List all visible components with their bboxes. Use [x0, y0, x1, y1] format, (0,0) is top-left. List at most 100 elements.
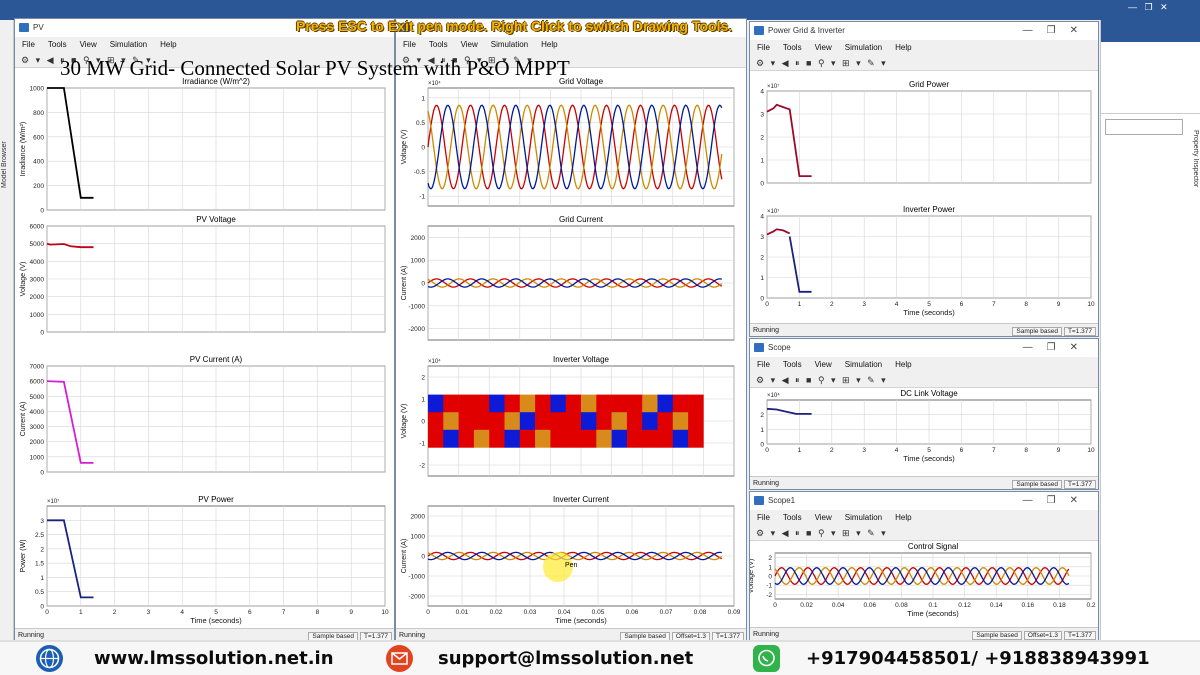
y-tick-label: 2000: [411, 235, 426, 242]
scope-window-controls[interactable]: —❐✕: [1023, 339, 1092, 357]
scope-window[interactable]: Scope —❐✕ File Tools View Simulation Help ⚙ ▾…: [749, 338, 1099, 490]
menu-view[interactable]: View: [80, 37, 97, 52]
scope1-status-offset: Offset=1.3: [1023, 631, 1062, 640]
menu-tools[interactable]: Tools: [429, 37, 448, 52]
x-tick-label: 3: [862, 301, 866, 308]
menu-help[interactable]: Help: [160, 37, 176, 52]
y-tick-label: 0: [421, 281, 425, 288]
model-browser-tab[interactable]: Model Browser: [1, 130, 13, 200]
pwm-block: [473, 429, 490, 448]
y-tick-label: 3: [40, 518, 44, 525]
menu-tools[interactable]: Tools: [783, 510, 802, 525]
x-tick-label: 0: [765, 447, 769, 454]
y-tick-label: 2: [760, 255, 764, 262]
pv-plot-area: Irradiance (W/m^2) 0 200 400 600 800 1000 Irrad…: [15, 68, 394, 628]
y-tick-label: -2: [419, 463, 425, 470]
menu-file[interactable]: File: [757, 40, 770, 55]
pwm-block: [535, 412, 551, 431]
pwm-block: [611, 394, 628, 413]
axis-exponent: ×10⁴: [428, 80, 441, 87]
x-tick-label: 0.2: [1086, 602, 1095, 609]
phone-numbers[interactable]: +917904458501/ +918838943991: [806, 648, 1150, 669]
menu-view[interactable]: View: [815, 40, 832, 55]
scope-icon: [19, 23, 29, 32]
pwm-block: [688, 394, 704, 413]
axis-exponent: ×10⁷: [47, 498, 59, 505]
power-window-controls[interactable]: —❐✕: [1023, 22, 1092, 40]
pv-scope-window[interactable]: PV File Tools View Simulation Help ⚙ ▾ ◀ ⏸ ■…: [14, 18, 395, 642]
scope-statusbar: Running Sample based T=1.377: [750, 476, 1098, 489]
y-tick-label: 0: [760, 442, 764, 449]
y-tick-label: 2: [760, 135, 764, 142]
pen-cursor-label: Pen: [565, 562, 578, 569]
scope-toolbar[interactable]: ⚙ ▾ ◀ ⏸ ■ ⚲ ▾ ⊞ ▾ ✎ ▾: [750, 372, 1098, 388]
x-tick-label: 0: [426, 609, 430, 616]
x-tick-label: 9: [349, 609, 353, 616]
power-toolbar[interactable]: ⚙ ▾ ◀ ⏸ ■ ⚲ ▾ ⊞ ▾ ✎ ▾: [750, 55, 1098, 71]
menu-file[interactable]: File: [757, 357, 770, 372]
scope-icon: [754, 26, 764, 35]
menu-file[interactable]: File: [403, 37, 416, 52]
pv-menubar: File Tools View Simulation Help: [15, 37, 394, 52]
x-tick-label: 7: [992, 447, 996, 454]
menu-simulation[interactable]: Simulation: [491, 37, 528, 52]
power-titlebar[interactable]: Power Grid & Inverter —❐✕: [750, 22, 1098, 40]
x-tick-label: 3: [862, 447, 866, 454]
y-axis-label: Voltage (V): [750, 559, 755, 594]
menu-file[interactable]: File: [22, 37, 35, 52]
x-tick-label: 0.04: [558, 609, 571, 616]
scope-titlebar[interactable]: Scope —❐✕: [750, 339, 1098, 357]
menu-simulation[interactable]: Simulation: [110, 37, 147, 52]
menu-help[interactable]: Help: [895, 510, 911, 525]
x-axis-label: Time (seconds): [907, 609, 959, 618]
menu-simulation[interactable]: Simulation: [845, 357, 882, 372]
scope1-status-time: T=1.377: [1063, 631, 1096, 640]
pwm-block: [443, 429, 459, 448]
email-link[interactable]: support@lmssolution.net: [438, 648, 693, 669]
scope-icon: [754, 496, 764, 505]
property-inspector-tab[interactable]: Property Inspector: [1187, 130, 1199, 210]
menu-help[interactable]: Help: [895, 357, 911, 372]
y-tick-label: 2: [768, 555, 772, 562]
y-tick-label: 1000: [30, 312, 45, 319]
pwm-block: [672, 429, 689, 448]
scope1-toolbar[interactable]: ⚙ ▾ ◀ ⏸ ■ ⚲ ▾ ⊞ ▾ ✎ ▾: [750, 525, 1098, 541]
pwm-block: [428, 429, 444, 448]
chart-1: PV Voltage 0 1000 2000 3000 4000 5000 6000 Volta…: [20, 215, 386, 337]
menu-simulation[interactable]: Simulation: [845, 510, 882, 525]
x-axis-label: Time (seconds): [190, 616, 242, 625]
scope1-titlebar[interactable]: Scope1 —❐✕: [750, 492, 1098, 510]
menu-simulation[interactable]: Simulation: [845, 40, 882, 55]
menu-file[interactable]: File: [757, 510, 770, 525]
x-tick-label: 0.04: [832, 602, 845, 609]
host-right-panel: Property Inspector: [1100, 20, 1200, 640]
menu-tools[interactable]: Tools: [48, 37, 67, 52]
power-status-sample: Sample based: [1012, 327, 1062, 336]
menu-help[interactable]: Help: [895, 40, 911, 55]
x-tick-label: 0.09: [728, 609, 741, 616]
whatsapp-icon: [753, 645, 780, 672]
menu-view[interactable]: View: [815, 357, 832, 372]
host-dropdown[interactable]: [1105, 119, 1183, 135]
x-tick-label: 2: [830, 301, 834, 308]
pwm-block: [519, 429, 536, 448]
menu-view[interactable]: View: [461, 37, 478, 52]
scope1-window[interactable]: Scope1 —❐✕ File Tools View Simulation Help ⚙ …: [749, 491, 1099, 641]
menu-tools[interactable]: Tools: [783, 40, 802, 55]
power-scope-window[interactable]: Power Grid & Inverter —❐✕ File Tools View Si…: [749, 21, 1099, 337]
menu-help[interactable]: Help: [541, 37, 557, 52]
axis-exponent: ×10⁷: [767, 208, 779, 215]
pwm-block: [565, 394, 582, 413]
menu-tools[interactable]: Tools: [783, 357, 802, 372]
y-tick-label: 0.5: [416, 120, 425, 127]
website-link[interactable]: www.lmssolution.net.in: [94, 648, 334, 669]
y-tick-label: 1: [421, 397, 425, 404]
y-tick-label: 1000: [30, 86, 45, 93]
scope1-window-controls[interactable]: —❐✕: [1023, 492, 1092, 510]
host-window-controls[interactable]: — ❐ ✕: [1128, 2, 1168, 13]
grid-scope-window[interactable]: File Tools View Simulation Help ⚙ ▾ ◀ ⏸ ■ ⚲ …: [395, 18, 747, 642]
menu-view[interactable]: View: [815, 510, 832, 525]
pwm-block: [611, 412, 628, 431]
pwm-block: [550, 412, 566, 431]
host-ribbon-right: [1101, 20, 1200, 42]
